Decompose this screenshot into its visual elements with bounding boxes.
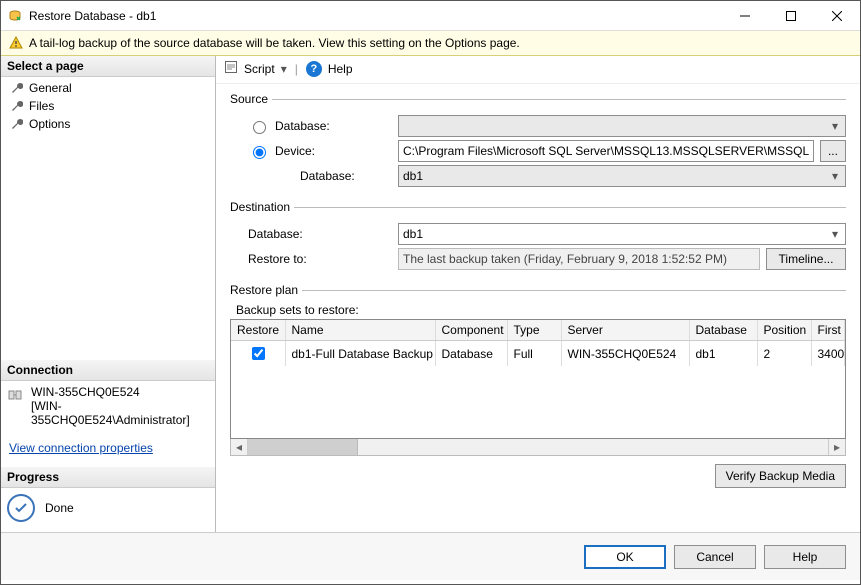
cell-database: db1 [689, 341, 757, 367]
scroll-right-icon[interactable]: ▸ [828, 439, 845, 455]
scroll-left-icon[interactable]: ◂ [231, 439, 248, 455]
page-options[interactable]: Options [5, 115, 211, 133]
page-list: General Files Options [1, 77, 215, 141]
progress-header: Progress [1, 467, 215, 488]
warning-text: A tail-log backup of the source database… [29, 36, 520, 50]
view-connection-properties-link[interactable]: View connection properties [9, 441, 153, 455]
wrench-icon [11, 82, 23, 94]
source-legend: Source [230, 92, 272, 106]
app-icon [7, 8, 23, 24]
col-type[interactable]: Type [507, 320, 561, 341]
chevron-down-icon: ▾ [827, 118, 843, 134]
col-name[interactable]: Name [285, 320, 435, 341]
cell-server: WIN-355CHQ0E524 [561, 341, 689, 367]
source-device-label: Device: [275, 144, 315, 158]
page-label: Files [29, 99, 54, 113]
browse-device-button[interactable]: ... [820, 140, 846, 162]
col-component[interactable]: Component [435, 320, 507, 341]
destination-database-value: db1 [403, 227, 423, 241]
help-button[interactable]: Help [764, 545, 846, 569]
source-db-sub-label: Database: [300, 169, 355, 183]
cell-position: 2 [757, 341, 811, 367]
separator: | [293, 62, 300, 76]
backup-sets-subheader: Backup sets to restore: [230, 303, 846, 317]
col-first-lsn[interactable]: First LSN [811, 320, 845, 341]
table-row[interactable]: db1-Full Database Backup Database Full W… [231, 341, 845, 367]
connection-header: Connection [1, 360, 215, 381]
destination-database-label: Database: [248, 227, 303, 241]
wrench-icon [11, 100, 23, 112]
script-icon [224, 60, 238, 77]
source-device-path[interactable] [398, 140, 814, 162]
connection-server: WIN-355CHQ0E524 [31, 385, 209, 399]
restore-to-field [398, 248, 760, 270]
chevron-down-icon: ▾ [827, 168, 843, 184]
wrench-icon [11, 118, 23, 130]
connection-info: WIN-355CHQ0E524 [WIN-355CHQ0E524\Adminis… [1, 381, 215, 437]
timeline-button[interactable]: Timeline... [766, 248, 846, 270]
page-label: General [29, 81, 72, 95]
col-position[interactable]: Position [757, 320, 811, 341]
source-db-sub-value: db1 [403, 169, 423, 183]
source-device-radio[interactable] [253, 146, 266, 159]
scroll-thumb[interactable] [248, 439, 358, 455]
progress-status-text: Done [45, 501, 74, 515]
done-icon [7, 494, 35, 522]
backup-sets-table: Restore Name Component Type Server Datab… [230, 319, 846, 439]
table-horizontal-scrollbar[interactable]: ◂ ▸ [230, 439, 846, 456]
page-label: Options [29, 117, 70, 131]
help-icon: ? [306, 61, 322, 77]
dialog-footer: OK Cancel Help [1, 532, 860, 580]
restore-plan-legend: Restore plan [230, 283, 302, 297]
script-button[interactable]: Script [244, 62, 275, 76]
select-page-header: Select a page [1, 56, 215, 77]
content-toolbar: Script ▾ | ? Help [216, 56, 860, 84]
restore-checkbox[interactable] [252, 347, 265, 360]
verify-backup-media-button[interactable]: Verify Backup Media [715, 464, 846, 488]
destination-group: Destination Database: db1 ▾ Restore to: … [230, 200, 846, 273]
close-button[interactable] [814, 1, 860, 31]
window-title: Restore Database - db1 [29, 9, 722, 23]
cell-name: db1-Full Database Backup [285, 341, 435, 367]
progress-status-box: Done [1, 488, 215, 532]
warning-icon [9, 36, 23, 50]
titlebar: Restore Database - db1 [1, 1, 860, 31]
destination-legend: Destination [230, 200, 294, 214]
source-group: Source Database: ▾ Device: [230, 92, 846, 190]
cell-first-lsn: 34000000134400 [811, 341, 845, 367]
sidebar: Select a page General Files Options [1, 56, 216, 532]
restore-plan-group: Restore plan Backup sets to restore: Res… [230, 283, 846, 522]
warning-bar: A tail-log backup of the source database… [1, 31, 860, 56]
help-button[interactable]: Help [328, 62, 353, 76]
table-header-row: Restore Name Component Type Server Datab… [231, 320, 845, 341]
maximize-button[interactable] [768, 1, 814, 31]
server-icon [7, 387, 23, 403]
connection-user: [WIN-355CHQ0E524\Administrator] [31, 399, 209, 427]
col-server[interactable]: Server [561, 320, 689, 341]
cancel-button[interactable]: Cancel [674, 545, 756, 569]
ok-button[interactable]: OK [584, 545, 666, 569]
col-restore[interactable]: Restore [231, 320, 285, 341]
source-database-label: Database: [275, 119, 330, 133]
page-general[interactable]: General [5, 79, 211, 97]
restore-to-label: Restore to: [248, 252, 307, 266]
chevron-down-icon: ▾ [827, 226, 843, 242]
script-dropdown-arrow[interactable]: ▾ [281, 62, 287, 76]
cell-type: Full [507, 341, 561, 367]
cell-component: Database [435, 341, 507, 367]
content-pane: Script ▾ | ? Help Source Database: ▾ [216, 56, 860, 532]
source-database-combo[interactable]: ▾ [398, 115, 846, 137]
col-database[interactable]: Database [689, 320, 757, 341]
page-files[interactable]: Files [5, 97, 211, 115]
source-database-radio[interactable] [253, 121, 266, 134]
minimize-button[interactable] [722, 1, 768, 31]
destination-database-combo[interactable]: db1 ▾ [398, 223, 846, 245]
source-db-sub-combo[interactable]: db1 ▾ [398, 165, 846, 187]
